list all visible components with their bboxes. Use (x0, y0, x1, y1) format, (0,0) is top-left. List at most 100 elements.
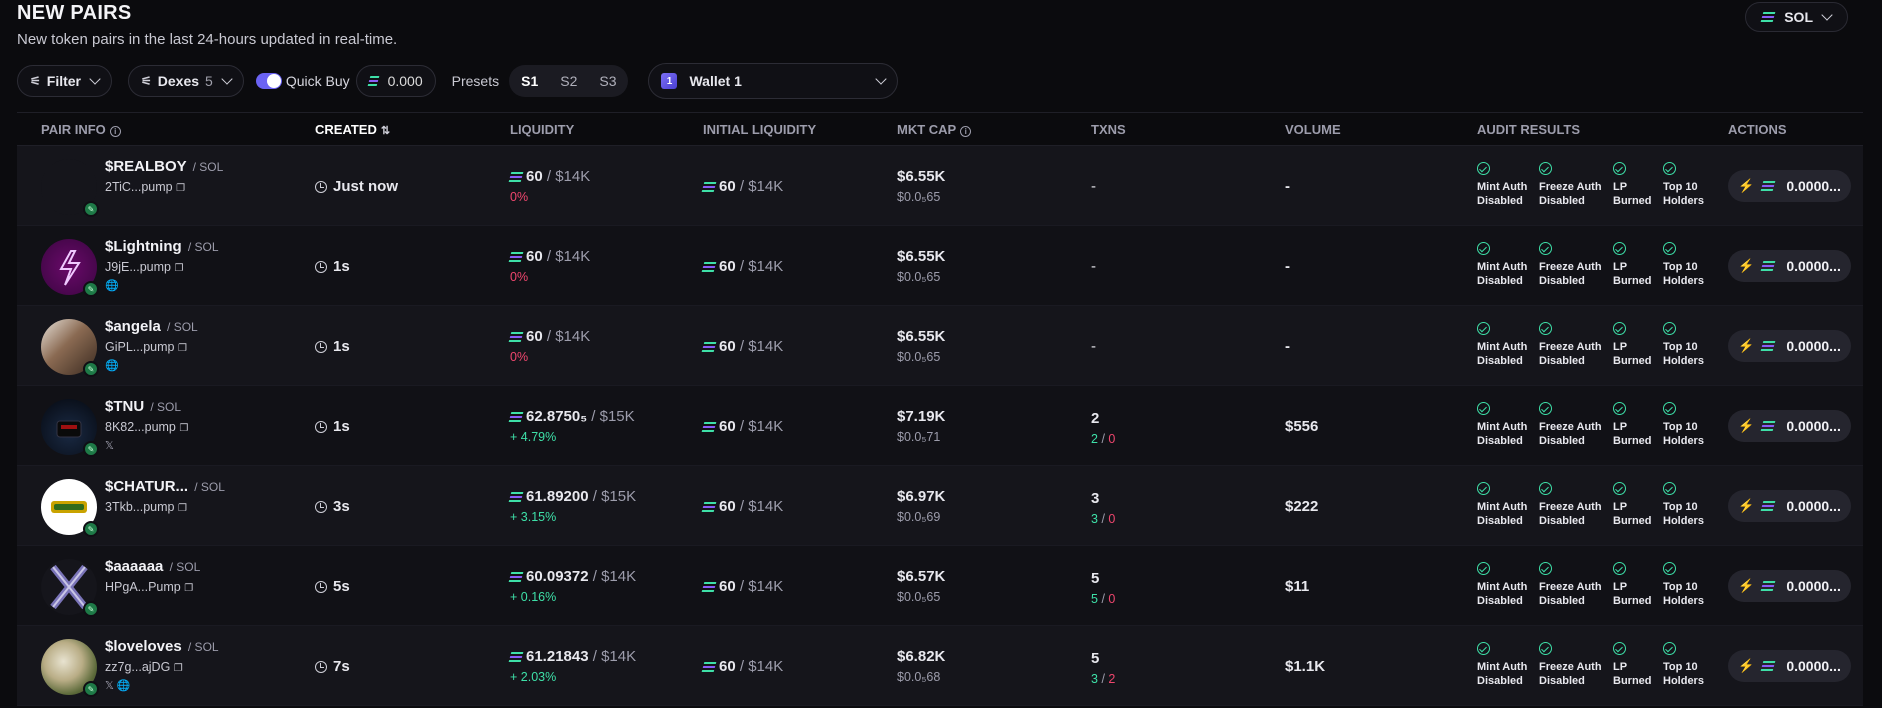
audit-top10-holders: Top 10 Holders (1663, 482, 1725, 528)
check-circle-icon (1477, 562, 1490, 575)
token-address[interactable]: GiPL...pump ❐ (105, 340, 187, 354)
quick-buy-amount-input[interactable]: 0.000 (355, 65, 436, 97)
market-cap: $6.82K (897, 648, 946, 665)
table-row[interactable]: ✎ $Lightning / SOL J9jE...pump ❐ 🌐 1s 60… (17, 226, 1863, 306)
copy-icon[interactable]: ❐ (175, 263, 184, 274)
filter-button[interactable]: ⚟ Filter (17, 65, 112, 97)
preset-s2[interactable]: S2 (556, 73, 581, 89)
pump-badge-icon: ✎ (83, 361, 99, 377)
quick-buy-button[interactable]: ⚡ 0.0000... (1728, 650, 1851, 682)
quick-buy-label: Quick Buy (285, 73, 350, 89)
audit-results: Mint Auth Disabled Freeze Auth Disabled LP… (1477, 242, 1725, 288)
table-row[interactable]: ✎ $CHATUR... / SOL 3Tkb...pump ❐ 3s 61.8… (17, 466, 1863, 546)
token-name[interactable]: $angela / SOL (105, 318, 198, 335)
table-row[interactable]: ✎ $REALBOY / SOL 2TiC...pump ❐ Just now … (17, 146, 1863, 226)
quick-buy-toggle-group: Quick Buy (255, 73, 350, 89)
quick-buy-button[interactable]: ⚡ 0.0000... (1728, 490, 1851, 522)
copy-icon[interactable]: ❐ (178, 503, 187, 514)
quick-buy-button[interactable]: ⚡ 0.0000... (1728, 330, 1851, 362)
volume-value: $556 (1285, 418, 1319, 435)
token-name[interactable]: $REALBOY / SOL (105, 158, 223, 175)
token-name[interactable]: $aaaaaa / SOL (105, 558, 200, 575)
social-links[interactable]: 𝕏 🌐 (105, 679, 131, 692)
wallet-select[interactable]: 1 Wallet 1 (648, 63, 899, 99)
token-name[interactable]: $CHATUR... / SOL (105, 478, 225, 495)
dexes-label: Dexes (157, 73, 200, 89)
check-circle-icon (1539, 482, 1552, 495)
token-address[interactable]: HPgA...Pump ❐ (105, 580, 193, 594)
chain-select[interactable]: SOL (1745, 2, 1848, 32)
clock-icon (315, 660, 327, 673)
chevron-down-icon (1821, 9, 1833, 21)
audit-top10-holders: Top 10 Holders (1663, 322, 1725, 368)
new-pairs-page: NEW PAIRS New token pairs in the last 24… (0, 0, 1882, 708)
token-avatar[interactable]: ✎ (41, 319, 99, 377)
token-address[interactable]: 8K82...pump ❐ (105, 420, 188, 434)
quick-buy-button[interactable]: ⚡ 0.0000... (1728, 570, 1851, 602)
table-row[interactable]: ✎ $angela / SOL GiPL...pump ❐ 🌐 1s 60 / … (17, 306, 1863, 386)
table-header: PAIR INFO i CREATED ⇅ LIQUIDITY INITIAL LI… (17, 113, 1863, 146)
token-avatar[interactable]: ✎ (41, 639, 99, 697)
copy-icon[interactable]: ❐ (176, 183, 185, 194)
quick-buy-button[interactable]: ⚡ 0.0000... (1728, 170, 1851, 202)
token-avatar[interactable]: ✎ (41, 479, 99, 537)
volume-value: $1.1K (1285, 658, 1326, 675)
social-links[interactable]: 🌐 (105, 359, 119, 372)
solana-icon (1761, 501, 1776, 511)
social-links[interactable]: 🌐 (105, 279, 119, 292)
table-row[interactable]: ✎ $aaaaaa / SOL HPgA...Pump ❐ 5s 60.0937… (17, 546, 1863, 626)
token-avatar[interactable]: ✎ (41, 559, 99, 617)
table-row[interactable]: ✎ $loveloves / SOL zz7g...ajDG ❐ 𝕏 🌐 7s … (17, 626, 1863, 706)
txns-count: - (1091, 258, 1096, 275)
copy-icon[interactable]: ❐ (179, 423, 188, 434)
lightning-icon: ⚡ (1738, 258, 1755, 273)
col-created[interactable]: CREATED ⇅ (315, 122, 390, 137)
token-avatar[interactable]: ✎ (41, 239, 99, 297)
presets-group: S1 S2 S3 (509, 65, 629, 97)
token-address[interactable]: 3Tkb...pump ❐ (105, 500, 187, 514)
copy-icon[interactable]: ❐ (178, 343, 187, 354)
solana-icon (508, 572, 524, 582)
liquidity-value: 62.8750₅ / $15K (508, 408, 635, 425)
pump-badge-icon: ✎ (83, 521, 99, 537)
token-avatar[interactable]: ✎ (41, 399, 99, 457)
info-icon: i (109, 125, 121, 137)
preset-s1[interactable]: S1 (517, 73, 542, 89)
quote-token: / SOL (169, 560, 201, 574)
token-price: $0.0₅71 (897, 430, 941, 444)
token-name[interactable]: $Lightning / SOL (105, 238, 219, 255)
col-audit-results: AUDIT RESULTS (1477, 121, 1581, 137)
txns-count: - (1091, 178, 1096, 195)
token-avatar[interactable]: ✎ (41, 159, 99, 217)
token-name[interactable]: $TNU / SOL (105, 398, 181, 415)
preset-s3[interactable]: S3 (595, 73, 620, 89)
token-address[interactable]: zz7g...ajDG ❐ (105, 660, 183, 674)
clock-icon (315, 420, 327, 433)
solana-icon (1761, 181, 1776, 191)
copy-icon[interactable]: ❐ (174, 663, 183, 674)
audit-lp-burned: LP Burned (1613, 162, 1663, 208)
dexes-button[interactable]: ⚟ Dexes 5 (128, 65, 244, 97)
liquidity-change: + 4.79% (510, 430, 557, 444)
check-circle-icon (1477, 642, 1490, 655)
market-cap: $6.97K (897, 488, 946, 505)
token-price: $0.0₅68 (897, 670, 941, 684)
clock-icon (315, 580, 327, 593)
info-icon: i (960, 125, 972, 137)
buys-sells: 5 / 0 (1091, 592, 1116, 606)
token-address[interactable]: J9jE...pump ❐ (105, 260, 183, 274)
quick-buy-toggle[interactable] (255, 73, 282, 89)
quick-buy-amount-value: 0.000 (387, 73, 423, 89)
social-links[interactable]: 𝕏 (105, 439, 114, 452)
quick-buy-button[interactable]: ⚡ 0.0000... (1728, 410, 1851, 442)
market-cap: $6.57K (897, 568, 946, 585)
copy-icon[interactable]: ❐ (184, 583, 193, 594)
token-address[interactable]: 2TiC...pump ❐ (105, 180, 185, 194)
clock-icon (315, 180, 327, 193)
quote-token: / SOL (194, 480, 225, 494)
quick-buy-button[interactable]: ⚡ 0.0000... (1728, 250, 1851, 282)
token-name[interactable]: $loveloves / SOL (105, 638, 219, 655)
check-circle-icon (1613, 482, 1626, 495)
table-row[interactable]: ✎ $TNU / SOL 8K82...pump ❐ 𝕏 1s 62.8750₅… (17, 386, 1863, 466)
audit-freeze-auth: Freeze Auth Disabled (1539, 642, 1613, 688)
